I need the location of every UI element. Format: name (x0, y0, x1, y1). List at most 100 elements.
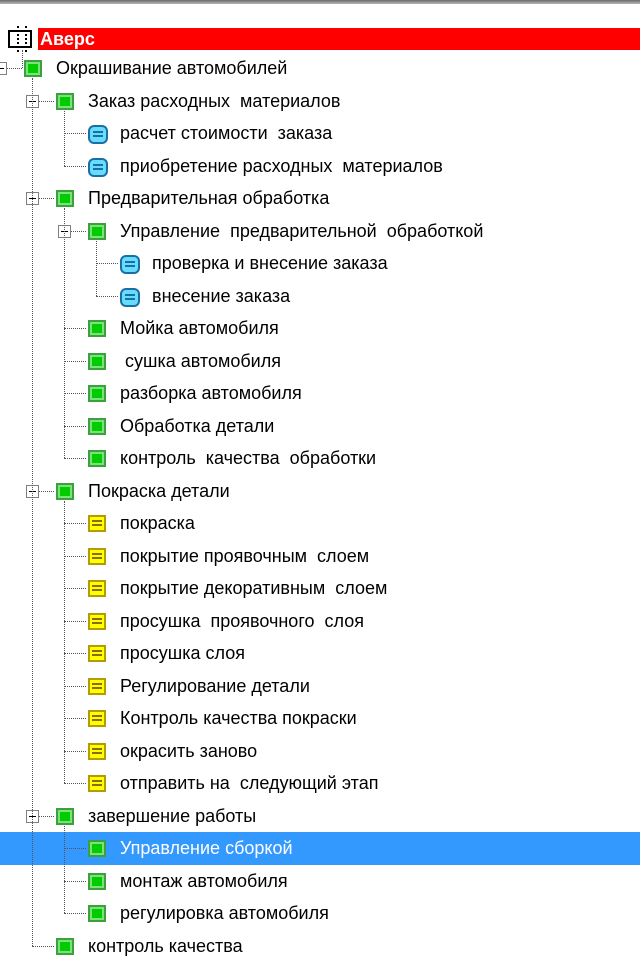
tree-node-label: Управление сборкой (120, 838, 293, 858)
tree-node[interactable]: покрытие декоративным слоем (0, 572, 640, 605)
tree-connector (64, 133, 86, 134)
root-node-label: Аверс (40, 29, 95, 49)
process-icon (120, 255, 140, 274)
process-tree[interactable]: Аверс Окрашивание автомобилей Заказ расхо… (0, 0, 640, 967)
task-icon (88, 677, 106, 695)
tree-connector (64, 783, 86, 784)
tree-node-label: проверка и внесение заказа (152, 253, 388, 273)
tree-node[interactable]: просушка слоя (0, 637, 640, 670)
tree-node[interactable]: Регулирование детали (0, 670, 640, 703)
tree-node[interactable]: разборка автомобиля (0, 377, 640, 410)
tree-node-label: регулировка автомобиля (120, 903, 329, 923)
tree-node-label: Мойка автомобиля (120, 318, 279, 338)
tree-node-label: внесение заказа (152, 285, 291, 306)
tree-node[interactable]: Заказ расходных материалов (0, 85, 640, 118)
tree-connector (64, 880, 86, 882)
tree-node[interactable]: Предварительная обработка (0, 182, 640, 215)
tree-node-label: приобретение расходных материалов (120, 155, 443, 176)
collapse-toggle-icon[interactable] (0, 62, 7, 75)
tree-node[interactable]: контроль качества обработки (0, 442, 640, 475)
root-node-highlight (38, 28, 640, 50)
tree-node[interactable]: покраска (0, 507, 640, 540)
tree-node-label: Контроль качества покраски (120, 708, 357, 728)
folder-icon (88, 450, 106, 467)
tree-guide-line (64, 208, 65, 458)
folder-icon (56, 92, 74, 110)
tree-connector (64, 588, 86, 589)
folder-icon (88, 385, 106, 402)
tree-connector (64, 913, 86, 914)
tree-connector (64, 523, 86, 524)
tree-guide-line (32, 78, 33, 946)
tree-node-label: просушка проявочного слоя (120, 610, 364, 631)
tree-node-label: Управление предварительной обработкой (120, 220, 484, 241)
folder-icon (88, 905, 106, 922)
tree-connector (96, 263, 118, 264)
tree-connector (64, 718, 86, 719)
tree-connector (32, 945, 54, 947)
tree-connector (64, 685, 86, 687)
tree-node-label: просушка слоя (120, 643, 245, 663)
tree-connector (64, 425, 86, 427)
tree-node-label: покраска (120, 513, 195, 533)
tree-node[interactable]: покрытие проявочным слоем (0, 540, 640, 573)
folder-icon (56, 807, 74, 825)
tree-node[interactable]: Контроль качества покраски (0, 702, 640, 735)
folder-icon (88, 840, 106, 857)
tree-node-label: покрытие декоративным слоем (120, 578, 388, 598)
tree-node-label: отправить на следующий этап (120, 773, 379, 793)
folder-icon (88, 222, 106, 240)
process-icon (120, 287, 140, 307)
task-icon (88, 775, 106, 792)
tree-connector (64, 165, 86, 167)
tree-node[interactable]: контроль качества (0, 930, 640, 963)
folder-icon (56, 482, 74, 500)
folder-icon (88, 320, 106, 337)
tree-node[interactable]: Обработка детали (0, 410, 640, 443)
task-icon (88, 645, 106, 662)
tree-connector (64, 360, 86, 362)
process-icon (88, 125, 108, 144)
tree-node-label: Заказ расходных материалов (88, 90, 341, 111)
tree-node[interactable]: окрасить заново (0, 735, 640, 768)
tree-node-label: завершение работы (88, 805, 257, 826)
folder-icon (56, 937, 74, 955)
tree-connector (64, 620, 86, 622)
tree-node-label: монтаж автомобиля (120, 870, 288, 891)
process-icon (88, 157, 108, 177)
task-icon (88, 515, 106, 532)
tree-node[interactable]: сушка автомобиля (0, 345, 640, 378)
task-icon (88, 710, 106, 727)
tree-guide-line (64, 110, 65, 166)
task-icon (88, 612, 106, 630)
tree-node[interactable]: монтаж автомобиля (0, 865, 640, 898)
tree-node-label: Покраска детали (88, 480, 230, 501)
tree-node-label: разборка автомобиля (120, 383, 302, 403)
tree-node-label: Обработка детали (120, 415, 275, 436)
tree-root-node[interactable]: Аверс (0, 26, 640, 52)
tree-guide-line (64, 500, 65, 783)
tree-connector (64, 750, 86, 752)
tree-node-label: Регулирование детали (120, 675, 310, 696)
task-icon (88, 580, 106, 597)
tree-connector (64, 458, 86, 459)
tree-node[interactable]: регулировка автомобиля (0, 897, 640, 930)
tree-node[interactable]: Окрашивание автомобилей (0, 52, 640, 85)
tree-connector (64, 328, 86, 329)
tree-node[interactable]: Мойка автомобиля (0, 312, 640, 345)
tree-node-label: контроль качества обработки (120, 448, 377, 468)
tree-node[interactable]: отправить на следующий этап (0, 767, 640, 800)
tree-node[interactable]: расчет стоимости заказа (0, 117, 640, 150)
tree-node[interactable]: завершение работы (0, 800, 640, 833)
tree-connector (96, 295, 118, 297)
tree-node[interactable]: приобретение расходных материалов (0, 150, 640, 183)
tree-node[interactable]: просушка проявочного слоя (0, 605, 640, 638)
tree-guide-line (64, 825, 65, 913)
root-node-icon (8, 26, 32, 52)
folder-icon (88, 872, 106, 890)
tree-node-label: окрасить заново (120, 740, 258, 761)
folder-icon (88, 417, 106, 435)
tree-node[interactable]: Покраска детали (0, 475, 640, 508)
tree-node[interactable]: Управление сборкой (0, 832, 640, 865)
task-icon (88, 547, 106, 565)
